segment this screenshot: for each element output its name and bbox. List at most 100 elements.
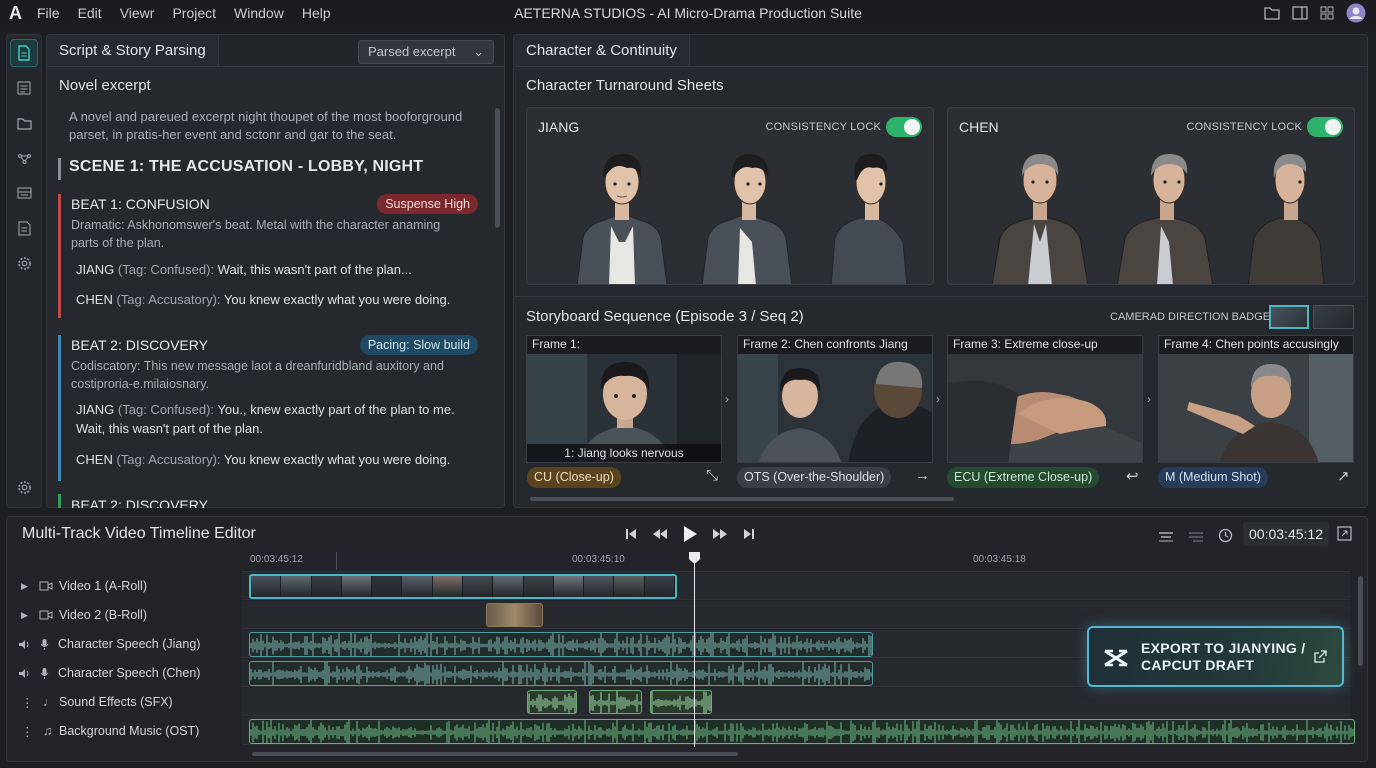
- skip-end-icon[interactable]: [742, 527, 756, 541]
- music-clip[interactable]: [249, 719, 1355, 744]
- expand-arrow-icon[interactable]: ▶: [21, 581, 39, 592]
- emotion-tag: (Tag: Confused):: [117, 262, 215, 277]
- rail-script-button[interactable]: [10, 39, 38, 67]
- track-lane[interactable]: [242, 601, 1350, 629]
- track-header-video-2[interactable]: ▶ Video 2 (B-Roll): [0, 601, 242, 629]
- skip-start-icon[interactable]: [624, 527, 638, 541]
- expand-arrow-icon[interactable]: ▶: [21, 610, 39, 621]
- sfx-clip[interactable]: [589, 690, 642, 714]
- character-sheet-chen[interactable]: CHEN CONSISTENCY LOCK: [947, 107, 1355, 285]
- menu-file[interactable]: File: [28, 5, 69, 21]
- rail-notes-button[interactable]: [10, 214, 38, 242]
- storyboard-frame-2[interactable]: Frame 2: Chen confronts Jiang: [737, 335, 933, 463]
- pacing-badge: Pacing: Slow build: [359, 335, 478, 355]
- align-icon[interactable]: [1158, 530, 1174, 542]
- track-header-sfx[interactable]: ⋮ ♩ Sound Effects (SFX): [0, 688, 242, 716]
- menu-edit[interactable]: Edit: [69, 5, 111, 21]
- storyboard-scrollbar[interactable]: [530, 497, 954, 501]
- waveform: [590, 691, 641, 713]
- video-clip-a-roll[interactable]: [249, 574, 677, 599]
- waveform: [250, 720, 1354, 743]
- timeline-title: Multi-Track Video Timeline Editor: [22, 525, 256, 542]
- dialogue-line[interactable]: CHEN (Tag: Accusatory): You knew exactly…: [71, 450, 492, 469]
- storyboard-frame-1[interactable]: Frame 1: 1: Jiang looks nervous: [526, 335, 722, 463]
- audio-clip-jiang[interactable]: [249, 632, 873, 657]
- consistency-lock-toggle[interactable]: [886, 117, 922, 137]
- dialogue-text: You knew exactly what you were doing.: [223, 292, 451, 307]
- clock-icon[interactable]: [1218, 528, 1233, 543]
- tool-rail: [6, 34, 42, 508]
- tab-script-story[interactable]: Script & Story Parsing: [47, 35, 219, 66]
- jiang-turnaround-illustration: [576, 154, 907, 284]
- export-label: EXPORT TO JIANYING / CAPCUT DRAFT: [1141, 640, 1306, 673]
- track-lane[interactable]: [242, 688, 1350, 716]
- track-header-music[interactable]: ⋮ ♫ Background Music (OST): [0, 717, 242, 745]
- menu-view[interactable]: Viewr: [111, 5, 164, 21]
- chen-turnaround-illustration: [991, 154, 1325, 284]
- video-clip-b-roll[interactable]: [486, 603, 543, 627]
- character-name: JIANG: [538, 119, 580, 135]
- dialogue-line[interactable]: JIANG (Tag: Confused): Wait, this wasn't…: [71, 260, 492, 279]
- sfx-clip[interactable]: [650, 690, 712, 714]
- app-logo[interactable]: A: [9, 3, 22, 24]
- snap-icon[interactable]: [1188, 530, 1204, 542]
- menu-project[interactable]: Project: [163, 5, 225, 21]
- rail-folder-button[interactable]: [10, 109, 38, 137]
- menu-help[interactable]: Help: [293, 5, 340, 21]
- rail-settings-button[interactable]: [10, 249, 38, 277]
- play-icon[interactable]: [682, 525, 698, 543]
- speaker-icon[interactable]: [18, 639, 40, 650]
- storyboard-frame-4[interactable]: Frame 4: Chen points accusingly: [1158, 335, 1354, 463]
- shot-badge-ecu[interactable]: ECU (Extreme Close-up): [947, 467, 1100, 488]
- sfx-clip[interactable]: [527, 690, 577, 714]
- track-header-video-1[interactable]: ▶ Video 1 (A-Roll): [0, 572, 242, 600]
- storyboard-frame-3[interactable]: Frame 3: Extreme close-up: [947, 335, 1143, 463]
- audio-clip-chen[interactable]: [249, 661, 873, 686]
- avatar[interactable]: [1346, 3, 1366, 23]
- speaker-icon[interactable]: [18, 668, 40, 679]
- folder-icon[interactable]: [1264, 6, 1280, 20]
- character-sheet-jiang[interactable]: JIANG CONSISTENCY LOCK: [526, 107, 934, 285]
- tab-character-continuity[interactable]: Character & Continuity: [514, 35, 690, 66]
- camera-badge-thumb[interactable]: [1313, 305, 1354, 329]
- grid-icon[interactable]: [1320, 6, 1334, 20]
- rail-list-button[interactable]: [10, 74, 38, 102]
- beat-card[interactable]: BEAT 2: DISCOVERY: [58, 494, 492, 508]
- beat-card[interactable]: BEAT 1: CONFUSION Suspense High Dramatic…: [58, 194, 492, 318]
- dialogue-line[interactable]: CHEN (Tag: Accusatory): You knew exactly…: [71, 290, 492, 309]
- camera-badge-thumb[interactable]: [1269, 305, 1309, 329]
- script-scrollbar[interactable]: [495, 108, 500, 228]
- time-ruler[interactable]: 00:03:45:12 00:03:45:10 00:03:45:18: [242, 550, 1350, 572]
- drag-handle-icon[interactable]: ⋮: [21, 695, 43, 710]
- dialogue-line[interactable]: JIANG (Tag: Confused): You., knew exactl…: [71, 400, 461, 438]
- shot-badge-cu[interactable]: CU (Close-up): [527, 467, 621, 488]
- rail-nodes-button[interactable]: [10, 144, 38, 172]
- menu-window[interactable]: Window: [225, 5, 293, 21]
- speaker-name: CHEN: [76, 452, 113, 467]
- external-link-icon: [1313, 649, 1328, 664]
- excerpt-dropdown[interactable]: Parsed excerpt ⌄: [358, 40, 494, 64]
- timeline-horizontal-scrollbar[interactable]: [252, 752, 738, 756]
- consistency-lock-toggle[interactable]: [1307, 117, 1343, 137]
- timeline-vertical-scrollbar[interactable]: [1358, 576, 1363, 666]
- track-header-speech-jiang[interactable]: Character Speech (Jiang): [0, 630, 242, 658]
- rail-media-button[interactable]: [10, 179, 38, 207]
- drag-handle-icon[interactable]: ⋮: [21, 724, 43, 739]
- main-menu: File Edit Viewr Project Window Help: [28, 5, 340, 21]
- rail-bottom-settings-button[interactable]: [10, 473, 38, 501]
- waveform: [250, 633, 872, 656]
- shot-badge-ots[interactable]: OTS (Over-the-Shoulder): [737, 467, 892, 488]
- rewind-icon[interactable]: [652, 527, 668, 541]
- layout-icon[interactable]: [1292, 6, 1308, 20]
- frame-title: Frame 3: Extreme close-up: [948, 336, 1142, 354]
- track-header-speech-chen[interactable]: Character Speech (Chen): [0, 659, 242, 687]
- expand-icon[interactable]: [1337, 526, 1352, 541]
- camera-direction-icon: ↩: [1126, 468, 1139, 485]
- beat-card[interactable]: BEAT 2: DISCOVERY Pacing: Slow build Cod…: [58, 335, 492, 481]
- clip-thumbnail: [644, 576, 675, 597]
- export-jianying-button[interactable]: EXPORT TO JIANYING / CAPCUT DRAFT: [1087, 626, 1344, 687]
- playhead[interactable]: [694, 553, 695, 747]
- frame-caption: 1: Jiang looks nervous: [527, 444, 721, 462]
- fast-forward-icon[interactable]: [712, 527, 728, 541]
- shot-badge-medium[interactable]: M (Medium Shot): [1158, 467, 1268, 488]
